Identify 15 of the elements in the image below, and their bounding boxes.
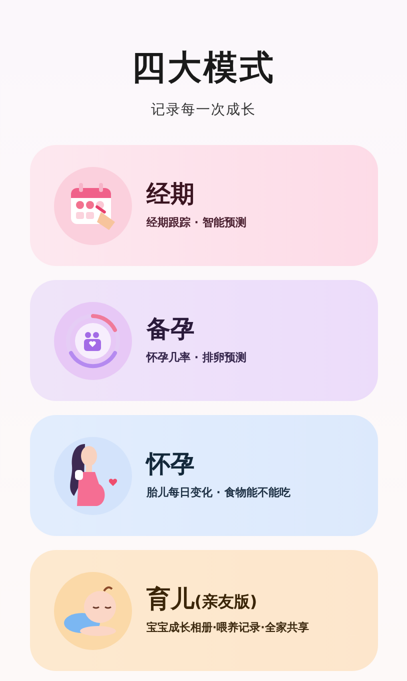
mode-description: 胎儿每日变化 · 食物能不能吃 [146, 485, 290, 502]
mode-description: 经期跟踪 · 智能预测 [146, 215, 246, 232]
mode-title-suffix: (亲友版) [194, 592, 258, 614]
page-subtitle: 记录每一次成长 [151, 101, 256, 120]
mode-description: 宝宝成长相册·喂养记录·全家共享 [146, 620, 309, 636]
mode-title: 经期 [146, 179, 194, 210]
mode-card[interactable]: 育儿(亲友版) 宝宝成长相册·喂养记录·全家共享 [30, 550, 378, 671]
mode-title: 育儿 [146, 584, 194, 614]
mode-title: 怀孕 [146, 449, 194, 480]
mode-card[interactable]: 备孕 怀孕几率 · 排卵预测 [30, 280, 378, 401]
mode-card[interactable]: 经期 经期跟踪 · 智能预测 [30, 145, 378, 266]
mode-title: 备孕 [146, 314, 194, 344]
mode-card[interactable]: 怀孕 胎儿每日变化 · 食物能不能吃 [30, 415, 378, 536]
page-title: 四大模式 [132, 48, 276, 88]
mode-description: 怀孕几率 · 排卵预测 [146, 350, 246, 366]
